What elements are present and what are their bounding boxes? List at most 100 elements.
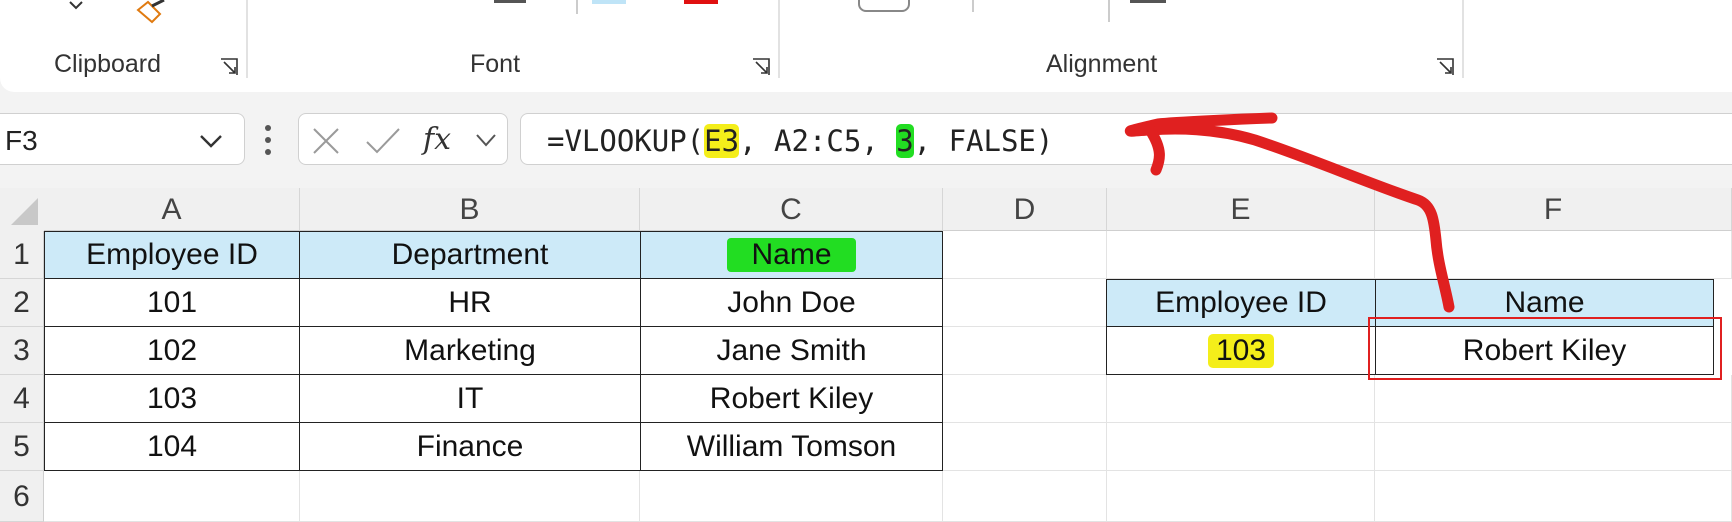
group-label-font: Font — [470, 50, 521, 78]
cell-text: Name — [727, 238, 856, 272]
row-header-4[interactable]: 4 — [0, 375, 44, 423]
cell-a3[interactable]: 102 — [44, 326, 300, 375]
name-box[interactable]: F3 — [0, 113, 245, 165]
cell-text: Employee ID — [1155, 286, 1327, 319]
cell-a1[interactable]: Employee ID — [44, 231, 300, 279]
ribbon: Clipboard Font Alignment — [0, 0, 1732, 92]
cell-text: William Tomson — [686, 429, 897, 463]
cell-d4[interactable] — [943, 375, 1107, 423]
cell-b5[interactable]: Finance — [299, 422, 641, 471]
cell-text: Name — [1504, 286, 1585, 319]
cell-text: Jane Smith — [716, 333, 867, 367]
column-header-f[interactable]: F — [1375, 188, 1732, 231]
chevron-down-icon[interactable] — [475, 132, 497, 148]
worksheet-grid: A B C D E F 1 2 3 4 5 6 Employee ID Depa… — [0, 188, 1732, 522]
cell-text: Employee ID — [86, 238, 258, 271]
cell-e2[interactable]: Employee ID — [1106, 279, 1376, 327]
group-label-alignment: Alignment — [1046, 50, 1158, 78]
cell-d2[interactable] — [943, 279, 1107, 327]
chevron-down-icon[interactable] — [198, 128, 224, 154]
cell-a5[interactable]: 104 — [44, 422, 300, 471]
cell-text: 103 — [146, 381, 198, 415]
row-header-5[interactable]: 5 — [0, 423, 44, 471]
cell-text: 104 — [146, 429, 198, 463]
cell-text: Robert Kiley — [709, 381, 874, 415]
cell-a4[interactable]: 103 — [44, 374, 300, 423]
formula-tools: fx — [298, 113, 508, 165]
column-header-d[interactable]: D — [943, 188, 1107, 231]
merge-icon-stub[interactable] — [1130, 0, 1166, 3]
column-header-b[interactable]: B — [300, 188, 640, 231]
cell-c5[interactable]: William Tomson — [640, 422, 943, 471]
cell-text: 101 — [146, 285, 198, 319]
dialog-launcher-icon[interactable] — [752, 58, 770, 76]
formula-bar-row: F3 fx =VLOOKUP(E3, A2:C5, 3, FALSE) — [0, 92, 1732, 172]
column-header-c[interactable]: C — [640, 188, 943, 231]
formula-part: =VLOOKUP( — [547, 124, 705, 158]
row-header-1[interactable]: 1 — [0, 231, 44, 279]
cell-a6[interactable] — [44, 471, 300, 522]
row-header-2[interactable]: 2 — [0, 279, 44, 327]
column-header-e[interactable]: E — [1107, 188, 1375, 231]
wrap-text-button-stub[interactable] — [858, 0, 910, 12]
formula-ref-e3: E3 — [704, 124, 740, 158]
separator-stub — [1108, 0, 1110, 22]
more-options-icon[interactable] — [264, 124, 272, 156]
font-color-icon[interactable] — [684, 0, 718, 4]
cell-b3[interactable]: Marketing — [299, 326, 641, 375]
cell-b6[interactable] — [300, 471, 640, 522]
cell-e3[interactable]: 103 — [1106, 326, 1376, 375]
ribbon-separator — [1462, 0, 1464, 78]
cell-f4[interactable] — [1375, 375, 1732, 423]
cell-c1[interactable]: Name — [640, 231, 943, 279]
cell-d5[interactable] — [943, 423, 1107, 471]
ribbon-separator — [778, 0, 780, 78]
cell-b4[interactable]: IT — [299, 374, 641, 423]
cell-c4[interactable]: Robert Kiley — [640, 374, 943, 423]
group-label-clipboard: Clipboard — [54, 50, 162, 78]
cell-d1[interactable] — [943, 231, 1107, 279]
cell-e5[interactable] — [1107, 423, 1375, 471]
formula-part: , FALSE) — [913, 124, 1054, 158]
cell-text: 103 — [1207, 333, 1275, 368]
cell-text: 102 — [146, 333, 198, 367]
cell-text: Marketing — [404, 333, 536, 367]
cell-c6[interactable] — [640, 471, 943, 522]
dialog-launcher-icon[interactable] — [220, 58, 238, 76]
row-header-3[interactable]: 3 — [0, 327, 44, 375]
cell-e6[interactable] — [1107, 471, 1375, 522]
font-size-box-stub[interactable] — [494, 0, 526, 3]
formula-col-index: 3 — [896, 124, 914, 158]
formula-input[interactable]: =VLOOKUP(E3, A2:C5, 3, FALSE) — [520, 113, 1732, 165]
chevron-down-icon[interactable] — [68, 0, 84, 14]
cell-a2[interactable]: 101 — [44, 278, 300, 327]
cell-e1[interactable] — [1107, 231, 1375, 279]
separator-stub — [972, 0, 974, 12]
select-all-corner[interactable] — [0, 188, 44, 231]
cell-e4[interactable] — [1107, 375, 1375, 423]
column-header-a[interactable]: A — [44, 188, 300, 231]
cell-d3[interactable] — [943, 327, 1107, 375]
formula-text: =VLOOKUP(E3, A2:C5, 3, FALSE) — [547, 124, 1053, 158]
name-box-value: F3 — [5, 125, 38, 156]
insert-function-icon[interactable]: fx — [423, 122, 451, 157]
format-painter-icon[interactable] — [130, 0, 170, 30]
enter-check-icon[interactable] — [365, 126, 401, 156]
row-header-6[interactable]: 6 — [0, 471, 44, 522]
cell-b2[interactable]: HR — [299, 278, 641, 327]
cell-d6[interactable] — [943, 471, 1107, 522]
cell-text: John Doe — [727, 285, 856, 319]
cell-f5[interactable] — [1375, 423, 1732, 471]
fill-color-icon[interactable] — [592, 0, 626, 4]
cell-f1[interactable] — [1375, 231, 1732, 279]
annotation-highlight-box — [1368, 317, 1722, 380]
cell-text: Department — [391, 238, 549, 271]
cell-f6[interactable] — [1375, 471, 1732, 522]
dialog-launcher-icon[interactable] — [1436, 58, 1454, 76]
ribbon-separator — [246, 0, 248, 78]
cell-c2[interactable]: John Doe — [640, 278, 943, 327]
cell-c3[interactable]: Jane Smith — [640, 326, 943, 375]
cell-b1[interactable]: Department — [299, 231, 641, 279]
cell-text: IT — [456, 381, 484, 415]
cancel-icon[interactable] — [311, 126, 341, 156]
